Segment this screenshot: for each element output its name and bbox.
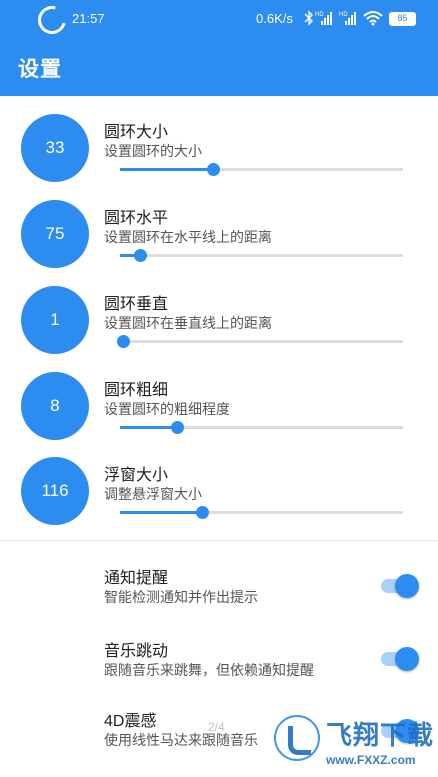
wifi-icon [363, 10, 383, 26]
loading-ring-icon [32, 0, 72, 40]
svg-text:HD: HD [315, 12, 324, 18]
setting-subtitle: 设置圆环的大小 [104, 143, 202, 159]
app-bar: 设置 [0, 36, 438, 96]
toggle-row-notification: 通知提醒 智能检测通知并作出提示 [0, 560, 438, 630]
setting-subtitle: 设置圆环在水平线上的距离 [104, 229, 272, 245]
slider-thumb[interactable] [196, 506, 210, 519]
slider-fill [120, 168, 214, 171]
switch-knob [395, 574, 419, 598]
slider-track[interactable] [120, 421, 403, 434]
value-badge: 8 [21, 372, 89, 440]
slider-track[interactable] [120, 163, 403, 176]
setting-subtitle: 调整悬浮窗大小 [104, 486, 202, 502]
status-bar: 21:57 0.6K/s HD HD 85 [0, 0, 438, 40]
network-speed: 0.6K/s [256, 11, 293, 26]
setting-subtitle: 智能检测通知并作出提示 [104, 589, 258, 605]
watermark: 飞翔下载 www.FXXZ.com [266, 707, 438, 777]
svg-text:HD: HD [339, 12, 348, 18]
slider-thumb[interactable] [133, 249, 147, 262]
signal-hd-icon: HD [315, 10, 335, 26]
setting-title: 圆环水平 [104, 210, 169, 227]
slider-row-ring-size: 33 圆环大小 设置圆环的大小 [0, 110, 438, 195]
section-divider [0, 540, 438, 541]
slider-row-ring-horizontal: 75 圆环水平 设置圆环在水平线上的距离 [0, 196, 438, 281]
slider-fill [120, 511, 203, 514]
slider-track[interactable] [116, 335, 403, 348]
value-badge: 1 [21, 286, 89, 354]
setting-title: 圆环粗细 [104, 382, 169, 399]
battery-icon: 85 [389, 12, 416, 26]
slider-row-window-size: 116 浮窗大小 调整悬浮窗大小 [0, 453, 438, 538]
watermark-logo-icon [274, 715, 320, 761]
page-title: 设置 [18, 58, 62, 81]
page-indicator: 2/4 [208, 720, 225, 734]
setting-subtitle: 使用线性马达来跟随音乐 [104, 732, 258, 748]
status-time: 21:57 [72, 11, 105, 26]
setting-title: 音乐跳动 [104, 643, 169, 660]
slider-thumb[interactable] [207, 163, 221, 176]
notification-switch[interactable] [381, 574, 419, 598]
watermark-text: 飞翔下载 [326, 720, 435, 750]
setting-title: 通知提醒 [104, 570, 169, 587]
value-badge: 116 [21, 457, 89, 525]
value-badge: 33 [21, 114, 89, 182]
slider-track[interactable] [120, 249, 403, 262]
value-badge: 75 [21, 200, 89, 268]
toggle-row-music: 音乐跳动 跟随音乐来跳舞，但依赖通知提醒 [0, 633, 438, 703]
slider-thumb[interactable] [170, 421, 184, 434]
slider-row-ring-vertical: 1 圆环垂直 设置圆环在垂直线上的距离 [0, 282, 438, 367]
slider-thumb[interactable] [116, 335, 130, 348]
music-switch[interactable] [381, 647, 419, 671]
setting-subtitle: 设置圆环的粗细程度 [104, 401, 230, 417]
setting-title: 圆环垂直 [104, 296, 169, 313]
slider-track[interactable] [120, 506, 403, 519]
signal-hd-icon: HD [339, 10, 359, 26]
slider-fill [120, 426, 177, 429]
watermark-url: www.FXXZ.com [326, 753, 416, 767]
setting-title: 4D震感 [104, 713, 157, 730]
setting-title: 圆环大小 [104, 124, 169, 141]
bluetooth-icon [304, 10, 314, 26]
setting-subtitle: 设置圆环在垂直线上的距离 [104, 315, 272, 331]
setting-title: 浮窗大小 [104, 467, 169, 484]
slider-row-ring-thickness: 8 圆环粗细 设置圆环的粗细程度 [0, 368, 438, 453]
setting-subtitle: 跟随音乐来跳舞，但依赖通知提醒 [104, 662, 314, 678]
switch-knob [395, 647, 419, 671]
